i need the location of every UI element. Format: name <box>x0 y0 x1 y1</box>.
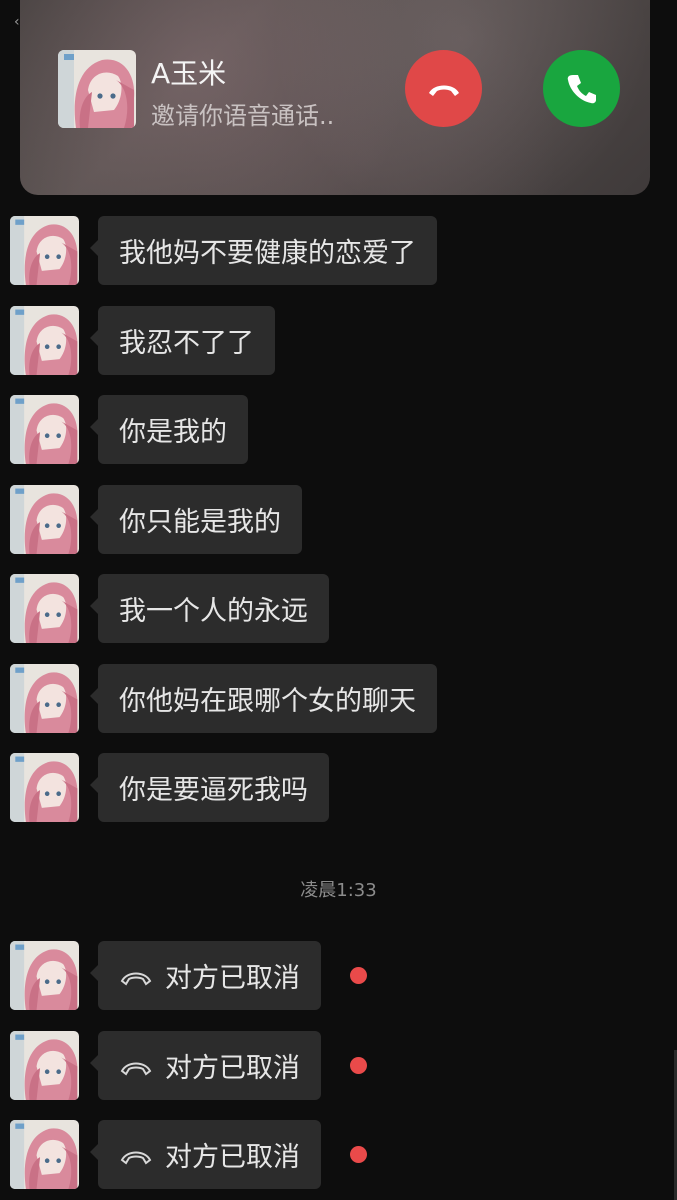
decline-call-button[interactable] <box>405 50 482 127</box>
message-text: 你是要逼死我吗 <box>119 775 308 806</box>
phone-hangup-icon <box>428 85 459 96</box>
sender-avatar[interactable] <box>10 1120 79 1189</box>
sender-avatar[interactable] <box>10 941 79 1010</box>
sender-avatar[interactable] <box>10 395 79 464</box>
sender-avatar[interactable] <box>10 1031 79 1100</box>
missed-call-icon <box>120 1062 152 1075</box>
unread-dot <box>350 1057 367 1074</box>
unread-dot <box>350 1146 367 1163</box>
message-bubble[interactable]: 我一个人的永远 <box>90 574 329 643</box>
message-timestamp: 凌晨1:33 <box>300 880 377 901</box>
sender-avatar[interactable] <box>10 753 79 822</box>
message-bubble[interactable]: 你只能是我的 <box>90 485 302 554</box>
caller-name: A玉米 <box>151 57 227 90</box>
sender-avatar[interactable] <box>10 485 79 554</box>
message-text: 我忍不了了 <box>119 328 254 359</box>
call-record-bubble[interactable]: 对方已取消 <box>90 941 321 1010</box>
call-record-bubble[interactable]: 对方已取消 <box>90 1120 321 1189</box>
back-chevron-icon[interactable]: ‹ <box>14 14 20 30</box>
sender-avatar[interactable] <box>10 216 79 285</box>
message-text: 你是我的 <box>119 417 227 448</box>
message-text: 你他妈在跟哪个女的聊天 <box>119 686 416 717</box>
caller-avatar <box>58 50 136 128</box>
message-bubble[interactable]: 你是要逼死我吗 <box>90 753 329 822</box>
message-text: 我他妈不要健康的恋爱了 <box>119 238 416 269</box>
message-text: 我一个人的永远 <box>119 596 308 627</box>
message-text: 你只能是我的 <box>119 507 281 538</box>
unread-dot <box>350 967 367 984</box>
sender-avatar[interactable] <box>10 306 79 375</box>
missed-call-icon <box>120 1151 152 1164</box>
message-bubble[interactable]: 我他妈不要健康的恋爱了 <box>90 216 437 285</box>
incoming-call-banner[interactable]: A玉米 邀请你语音通话.. <box>20 0 650 195</box>
sender-avatar[interactable] <box>10 574 79 643</box>
phone-accept-icon <box>567 74 596 103</box>
missed-call-icon <box>120 972 152 985</box>
sender-avatar[interactable] <box>10 664 79 733</box>
call-status-text: 对方已取消 <box>165 1142 300 1173</box>
call-record-bubble[interactable]: 对方已取消 <box>90 1031 321 1100</box>
message-bubble[interactable]: 你他妈在跟哪个女的聊天 <box>90 664 437 733</box>
accept-call-button[interactable] <box>543 50 620 127</box>
message-bubble[interactable]: 我忍不了了 <box>90 306 275 375</box>
call-status-text: 对方已取消 <box>165 1053 300 1084</box>
call-status-text: 对方已取消 <box>165 963 300 994</box>
call-invitation-text: 邀请你语音通话.. <box>151 102 335 130</box>
message-bubble[interactable]: 你是我的 <box>90 395 248 464</box>
